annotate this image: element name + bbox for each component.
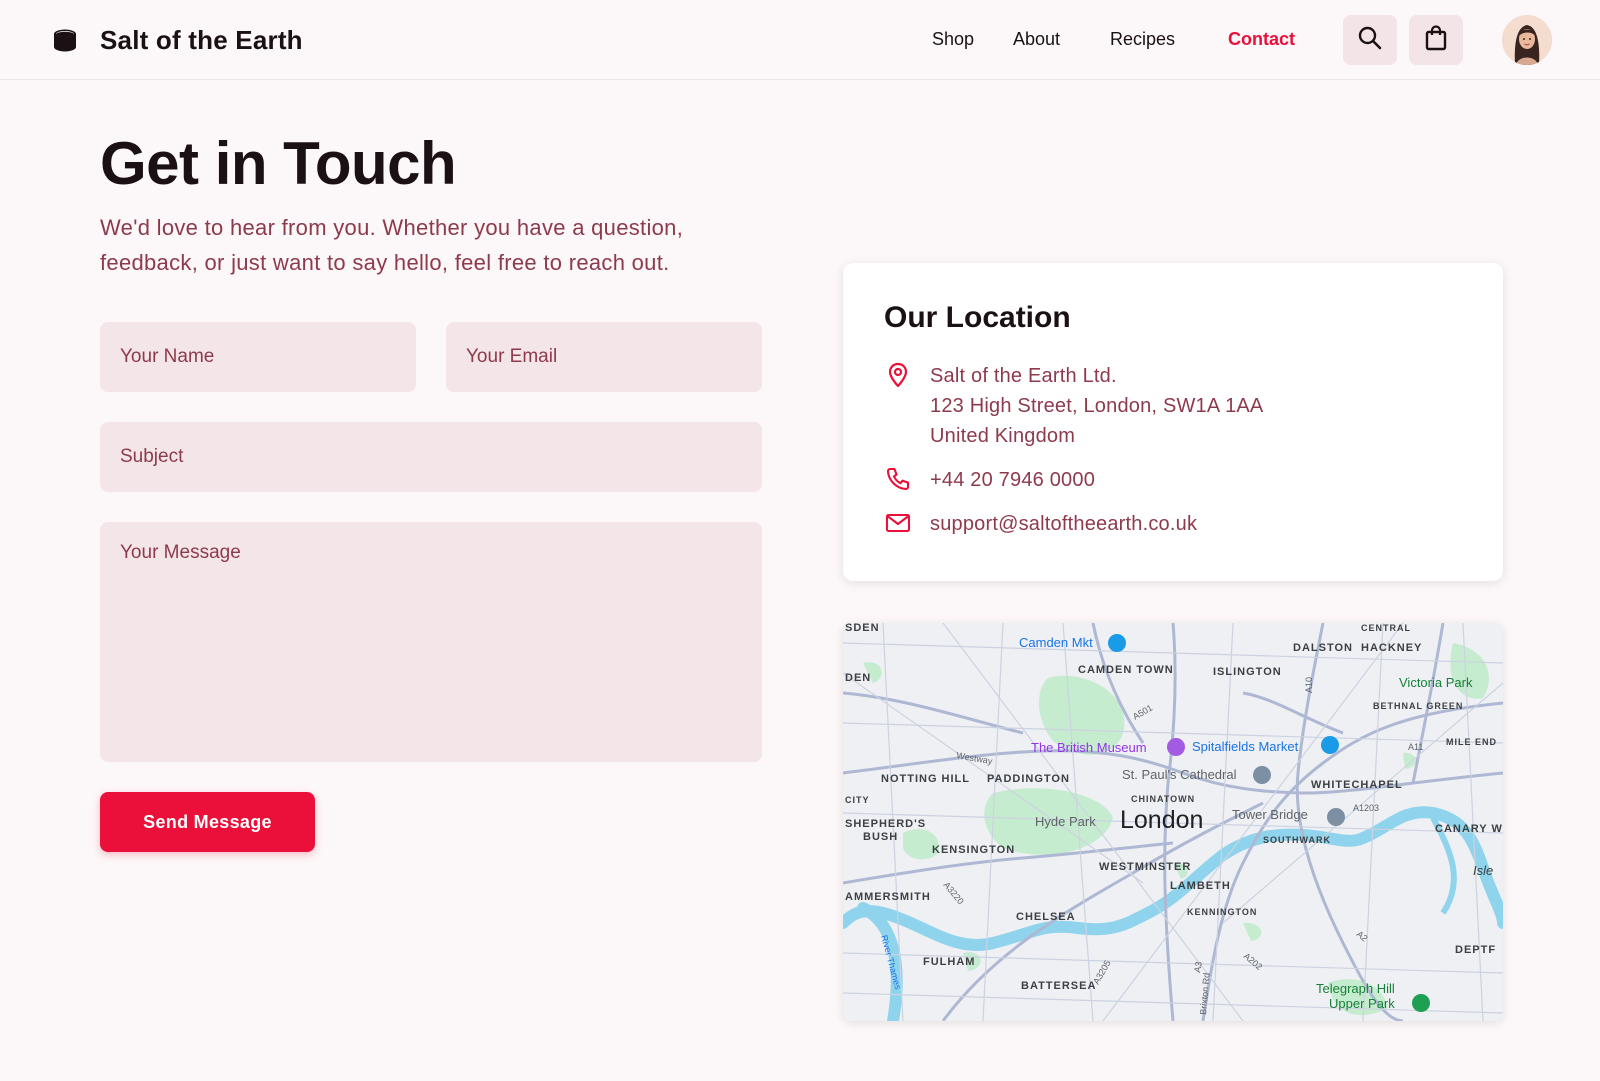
- mail-icon: [884, 509, 912, 537]
- svg-text:BETHNAL GREEN: BETHNAL GREEN: [1373, 701, 1463, 711]
- svg-text:CENTRAL: CENTRAL: [1361, 623, 1411, 633]
- nav-contact[interactable]: Contact: [1228, 26, 1295, 52]
- svg-text:FULHAM: FULHAM: [923, 956, 975, 968]
- address-row: Salt of the Earth Ltd. 123 High Street, …: [884, 361, 1263, 451]
- phone-icon: [884, 465, 912, 493]
- salt-cellar-icon: [52, 27, 78, 53]
- name-input[interactable]: [100, 322, 416, 392]
- svg-text:Isle: Isle: [1473, 863, 1493, 878]
- svg-text:CHELSEA: CHELSEA: [1016, 911, 1076, 923]
- svg-text:Tower Bridge: Tower Bridge: [1232, 807, 1308, 822]
- svg-text:ISLINGTON: ISLINGTON: [1213, 666, 1282, 678]
- svg-text:BATTERSEA: BATTERSEA: [1021, 980, 1096, 992]
- site-header: Salt of the Earth Shop About Recipes Con…: [0, 0, 1600, 80]
- svg-text:PADDINGTON: PADDINGTON: [987, 773, 1070, 785]
- svg-text:SOUTHWARK: SOUTHWARK: [1263, 835, 1331, 845]
- svg-text:LAMBETH: LAMBETH: [1170, 880, 1231, 892]
- address-line-3: United Kingdom: [930, 425, 1076, 447]
- location-card: Our Location Salt of the Earth Ltd. 123 …: [843, 263, 1503, 581]
- svg-text:DEN: DEN: [845, 672, 871, 684]
- location-title: Our Location: [884, 301, 1071, 334]
- shopping-bag-icon: [1424, 24, 1448, 56]
- email-link[interactable]: support@saltoftheearth.co.uk: [930, 509, 1197, 539]
- svg-text:DEPTF: DEPTF: [1455, 944, 1496, 956]
- svg-text:SDEN: SDEN: [845, 623, 880, 634]
- subject-input[interactable]: [100, 422, 762, 492]
- address-block: Salt of the Earth Ltd. 123 High Street, …: [930, 361, 1263, 451]
- svg-text:A3: A3: [1192, 961, 1204, 974]
- search-icon: [1357, 25, 1383, 56]
- svg-text:CAMDEN TOWN: CAMDEN TOWN: [1078, 664, 1174, 676]
- svg-text:KENSINGTON: KENSINGTON: [932, 844, 1015, 856]
- svg-text:Spitalfields Market: Spitalfields Market: [1192, 739, 1299, 754]
- svg-text:Upper Park: Upper Park: [1329, 996, 1395, 1011]
- svg-text:BUSH: BUSH: [863, 831, 898, 843]
- search-button[interactable]: [1343, 15, 1397, 65]
- svg-text:A1203: A1203: [1353, 803, 1379, 813]
- svg-text:Telegraph Hill: Telegraph Hill: [1316, 981, 1395, 996]
- svg-text:St. Paul's Cathedral: St. Paul's Cathedral: [1122, 767, 1237, 782]
- user-avatar[interactable]: [1502, 15, 1552, 65]
- phone-row: +44 20 7946 0000: [884, 465, 1095, 495]
- brand[interactable]: Salt of the Earth: [52, 22, 303, 58]
- svg-text:WHITECHAPEL: WHITECHAPEL: [1311, 779, 1403, 791]
- email-row: support@saltoftheearth.co.uk: [884, 509, 1197, 539]
- svg-text:AMMERSMITH: AMMERSMITH: [845, 891, 931, 903]
- svg-text:CHINATOWN: CHINATOWN: [1131, 794, 1195, 804]
- phone-link[interactable]: +44 20 7946 0000: [930, 465, 1095, 495]
- cart-button[interactable]: [1409, 15, 1463, 65]
- nav-about[interactable]: About: [1013, 26, 1060, 52]
- svg-text:Victoria Park: Victoria Park: [1399, 675, 1473, 690]
- svg-text:Hyde Park: Hyde Park: [1035, 814, 1096, 829]
- map-canvas: SDEN Camden Mkt CENTRAL DALSTON HACKNEY …: [843, 623, 1503, 1021]
- page-subtitle: We'd love to hear from you. Whether you …: [100, 215, 684, 275]
- svg-text:A11: A11: [1408, 742, 1423, 752]
- svg-text:CANARY W: CANARY W: [1435, 823, 1503, 835]
- svg-text:MILE END: MILE END: [1446, 737, 1497, 747]
- nav-recipes[interactable]: Recipes: [1110, 26, 1175, 52]
- svg-text:NOTTING HILL: NOTTING HILL: [881, 773, 970, 785]
- svg-text:Camden Mkt: Camden Mkt: [1019, 635, 1093, 650]
- location-map[interactable]: SDEN Camden Mkt CENTRAL DALSTON HACKNEY …: [843, 623, 1503, 1021]
- svg-text:KENNINGTON: KENNINGTON: [1187, 907, 1257, 917]
- address-line-2: 123 High Street, London, SW1A 1AA: [930, 395, 1264, 417]
- svg-text:A10: A10: [1304, 677, 1314, 693]
- email-input[interactable]: [446, 322, 762, 392]
- nav-shop[interactable]: Shop: [932, 26, 974, 52]
- send-message-button[interactable]: Send Message: [100, 792, 315, 852]
- map-pin-icon: [884, 361, 912, 389]
- brand-name: Salt of the Earth: [100, 24, 303, 55]
- svg-text:CITY: CITY: [845, 795, 870, 805]
- svg-text:HACKNEY: HACKNEY: [1361, 642, 1422, 654]
- message-textarea[interactable]: [100, 522, 762, 762]
- svg-text:The British Museum: The British Museum: [1031, 740, 1147, 755]
- svg-text:DALSTON: DALSTON: [1293, 642, 1353, 654]
- page-title: Get in Touch: [100, 130, 457, 197]
- address-line-1: Salt of the Earth Ltd.: [930, 365, 1117, 387]
- map-city-label: London: [1120, 806, 1203, 834]
- svg-text:SHEPHERD'S: SHEPHERD'S: [845, 818, 926, 830]
- svg-text:WESTMINSTER: WESTMINSTER: [1099, 861, 1191, 873]
